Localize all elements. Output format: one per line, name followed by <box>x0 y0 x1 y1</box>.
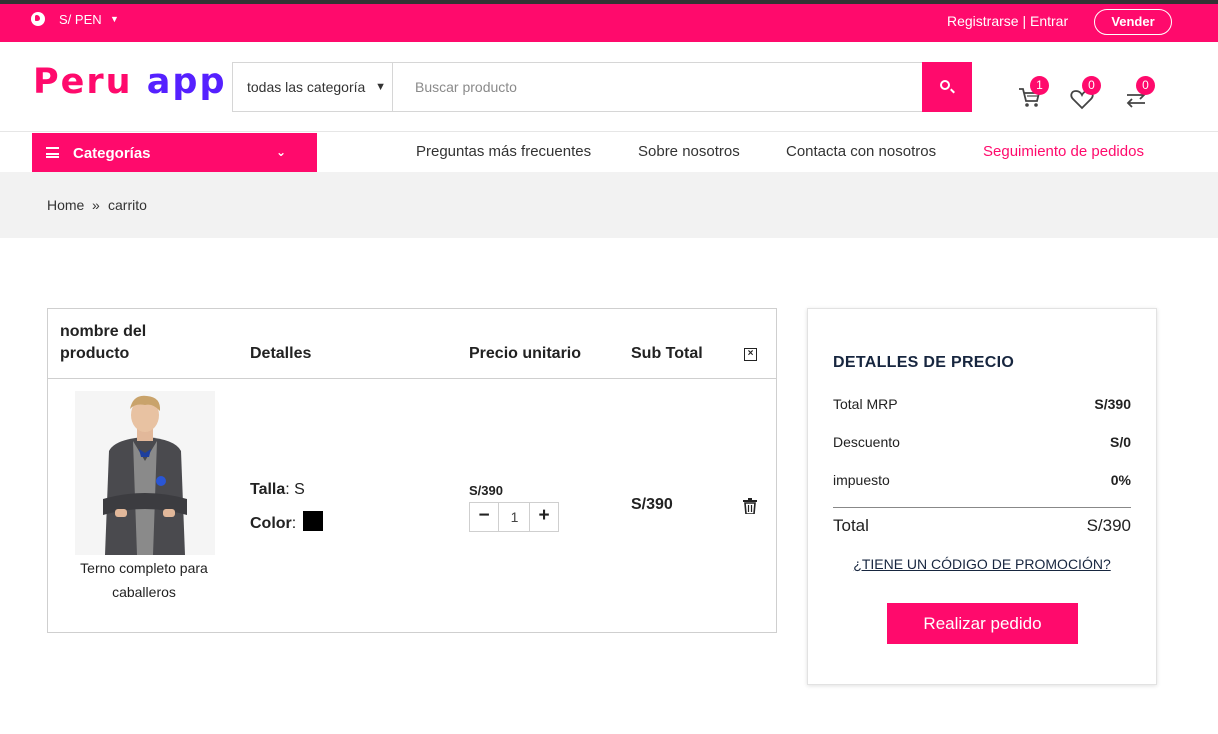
product-image[interactable] <box>75 391 215 555</box>
increase-quantity-button[interactable]: + <box>529 503 558 531</box>
category-select-value: todas las categoría <box>247 79 366 95</box>
header-product-name-line2: producto <box>60 345 130 362</box>
place-order-button[interactable]: Realizar pedido <box>887 603 1078 644</box>
search-icon <box>940 80 950 90</box>
quantity-stepper: − 1 + <box>469 502 559 532</box>
item-subtotal: S/390 <box>631 496 673 513</box>
compare-count-badge: 0 <box>1136 76 1155 95</box>
globe-icon[interactable] <box>31 12 45 26</box>
nav-link-contact[interactable]: Contacta con nosotros <box>786 143 936 160</box>
header-details: Detalles <box>250 345 312 362</box>
categories-label: Categorías <box>73 145 151 162</box>
total-label: Total <box>833 516 869 535</box>
header-divider <box>48 378 776 379</box>
summary-row-mrp: Total MRP S/390 <box>833 396 1131 412</box>
search-input[interactable] <box>394 63 922 111</box>
trash-icon[interactable] <box>743 498 757 514</box>
summary-row-label: Total MRP <box>833 396 898 412</box>
wishlist-count-badge: 0 <box>1082 76 1101 95</box>
breadcrumb-current: carrito <box>108 197 147 213</box>
category-select[interactable]: todas las categoría ▼ <box>233 63 393 111</box>
compare-button[interactable]: 0 <box>1122 76 1155 112</box>
summary-row-discount: Descuento S/0 <box>833 434 1131 450</box>
nav-link-order-tracking[interactable]: Seguimiento de pedidos <box>983 143 1144 160</box>
size-detail: Talla: S <box>250 481 305 498</box>
nav-link-about[interactable]: Sobre nosotros <box>638 143 740 160</box>
summary-row-tax: impuesto 0% <box>833 472 1131 488</box>
register-login-link[interactable]: Registrarse | Entrar <box>947 13 1068 29</box>
summary-row-value: S/0 <box>1109 434 1131 450</box>
search-bar: todas las categoría ▼ <box>232 62 972 112</box>
header-product-name-line1: nombre del <box>60 323 147 340</box>
product-photo <box>75 391 215 555</box>
top-bar: S/ PEN ▼ Registrarse | Entrar Vender <box>0 4 1218 42</box>
price-summary: DETALLES DE PRECIO Total MRP S/390 Descu… <box>807 308 1157 685</box>
currency-selector[interactable]: S/ PEN <box>59 12 102 27</box>
cart-table: nombre del producto Detalles Precio unit… <box>47 308 777 633</box>
breadcrumb: Home » carrito <box>0 172 1218 238</box>
logo[interactable]: Peru app <box>33 60 228 104</box>
summary-total: Total S/390 <box>833 516 1131 536</box>
cart-button[interactable]: 1 <box>1016 76 1049 112</box>
sell-button[interactable]: Vender <box>1094 9 1172 35</box>
wishlist-button[interactable]: 0 <box>1068 76 1101 112</box>
product-name[interactable]: Terno completo para caballeros <box>64 556 224 604</box>
size-value: S <box>294 481 305 498</box>
summary-title: DETALLES DE PRECIO <box>833 354 1015 371</box>
header-unit-price: Precio unitario <box>469 345 582 362</box>
chevron-down-icon[interactable]: ▼ <box>110 14 119 24</box>
summary-row-value: 0% <box>1110 472 1131 488</box>
categories-button[interactable]: Categorías ⌄ <box>32 133 317 173</box>
summary-row-label: Descuento <box>833 434 900 450</box>
summary-divider <box>833 507 1131 508</box>
search-button[interactable] <box>922 62 972 112</box>
decrease-quantity-button[interactable]: − <box>470 503 499 531</box>
summary-row-label: impuesto <box>833 472 890 488</box>
main-nav: Categorías ⌄ Preguntas más frecuentes So… <box>0 132 1218 173</box>
header: Peru app todas las categoría ▼ 1 0 0 <box>0 42 1218 132</box>
color-swatch <box>302 511 323 531</box>
quantity-value[interactable]: 1 <box>500 503 529 531</box>
size-label: Talla <box>250 481 286 498</box>
cart-count-badge: 1 <box>1030 76 1049 95</box>
breadcrumb-separator: » <box>92 197 100 213</box>
menu-icon <box>46 147 59 158</box>
clear-cart-icon[interactable]: × <box>744 348 757 361</box>
promo-code-link[interactable]: ¿TIENE UN CÓDIGO DE PROMOCIÓN? <box>808 556 1156 572</box>
unit-price: S/390 <box>469 483 503 498</box>
breadcrumb-home[interactable]: Home <box>47 197 84 213</box>
color-label: Color <box>250 515 292 532</box>
chevron-down-icon: ▼ <box>375 81 386 93</box>
total-value: S/390 <box>1086 516 1131 535</box>
nav-link-faq[interactable]: Preguntas más frecuentes <box>416 143 591 160</box>
logo-part2: app <box>146 62 227 102</box>
header-product-name: nombre del producto <box>60 321 146 365</box>
logo-part1: Peru <box>33 62 133 102</box>
summary-row-value: S/390 <box>1094 396 1131 412</box>
header-subtotal: Sub Total <box>631 345 703 362</box>
color-detail: Color: <box>250 511 323 533</box>
chevron-down-icon: ⌄ <box>276 145 287 159</box>
